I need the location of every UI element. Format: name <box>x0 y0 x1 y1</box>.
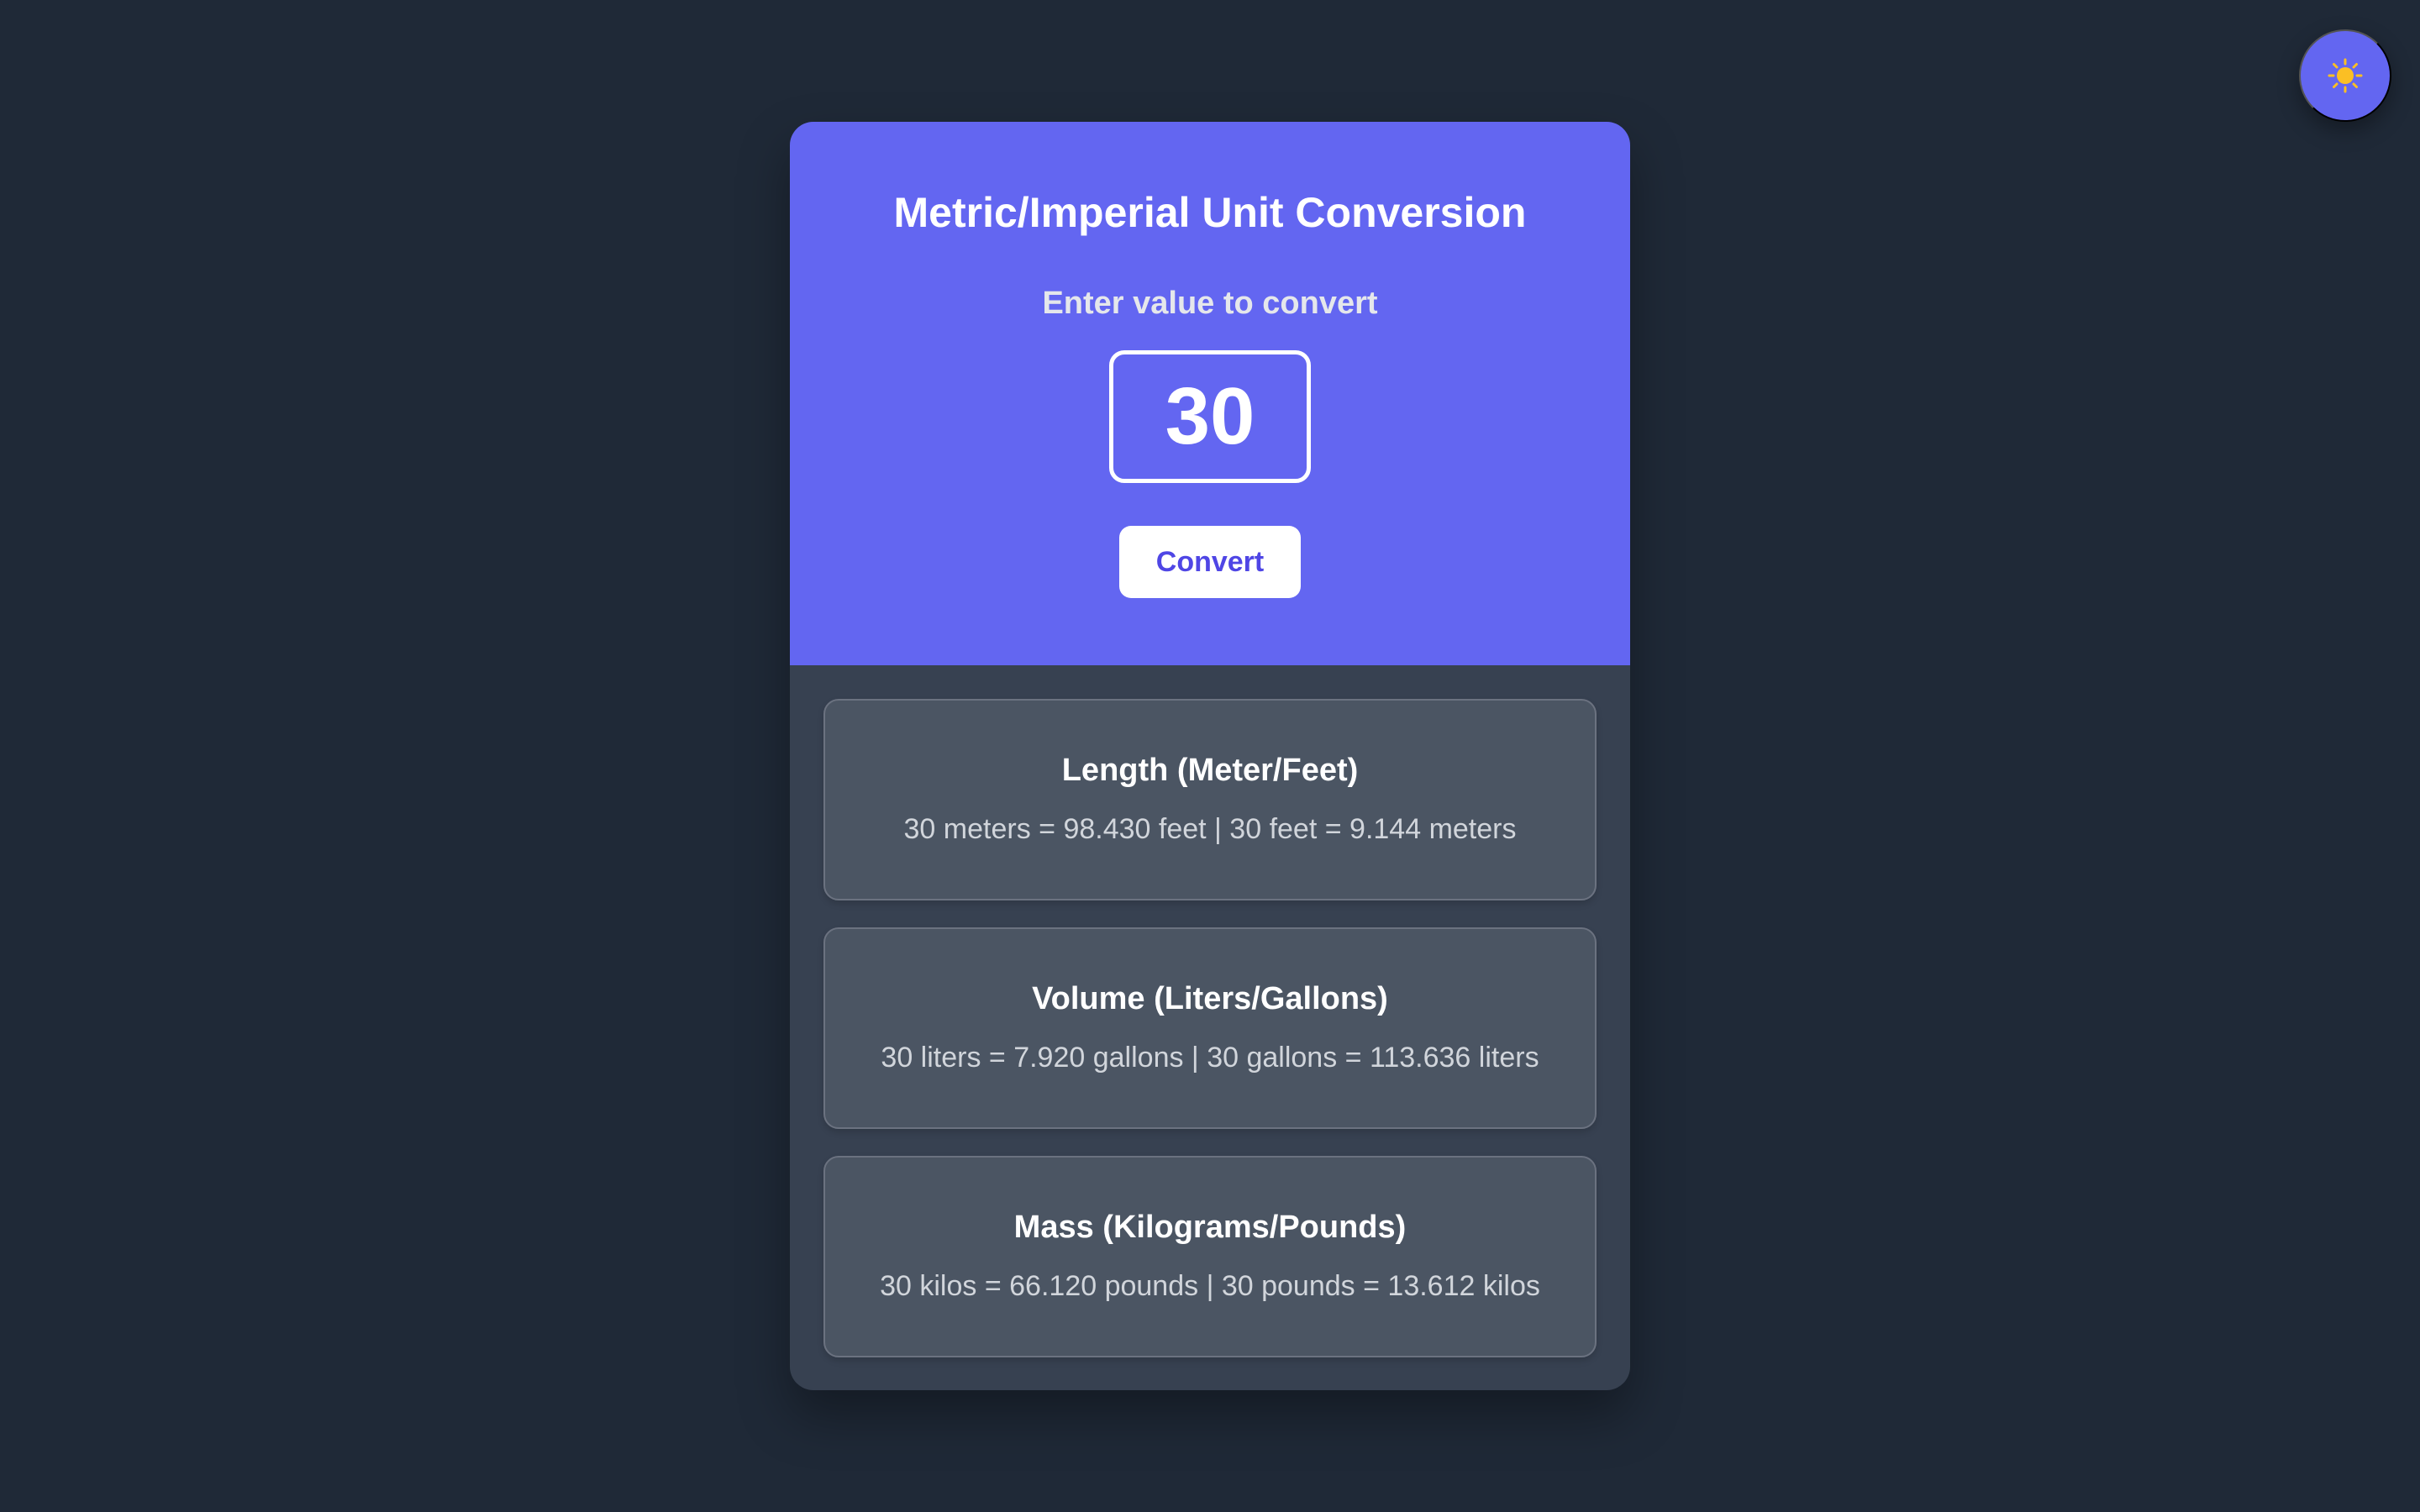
length-result-card: Length (Meter/Feet) 30 meters = 98.430 f… <box>823 699 1597 900</box>
mass-result-card: Mass (Kilograms/Pounds) 30 kilos = 66.12… <box>823 1156 1597 1357</box>
page-title: Metric/Imperial Unit Conversion <box>893 189 1527 236</box>
converter-header: Metric/Imperial Unit Conversion Enter va… <box>790 122 1630 665</box>
mass-result-title: Mass (Kilograms/Pounds) <box>1013 1210 1407 1245</box>
volume-result-text: 30 liters = 7.920 gallons | 30 gallons =… <box>881 1042 1539 1074</box>
length-result-text: 30 meters = 98.430 feet | 30 feet = 9.14… <box>903 813 1517 845</box>
volume-result-card: Volume (Liters/Gallons) 30 liters = 7.92… <box>823 927 1597 1129</box>
sun-icon <box>2328 58 2363 93</box>
input-label: Enter value to convert <box>1042 286 1378 321</box>
volume-result-title: Volume (Liters/Gallons) <box>1032 981 1388 1016</box>
value-input[interactable] <box>1109 350 1311 483</box>
mass-result-text: 30 kilos = 66.120 pounds | 30 pounds = 1… <box>880 1270 1540 1302</box>
length-result-title: Length (Meter/Feet) <box>1061 753 1359 788</box>
converter-card: Metric/Imperial Unit Conversion Enter va… <box>790 122 1630 1390</box>
theme-toggle-button[interactable] <box>2299 29 2391 122</box>
convert-button[interactable]: Convert <box>1119 526 1301 598</box>
